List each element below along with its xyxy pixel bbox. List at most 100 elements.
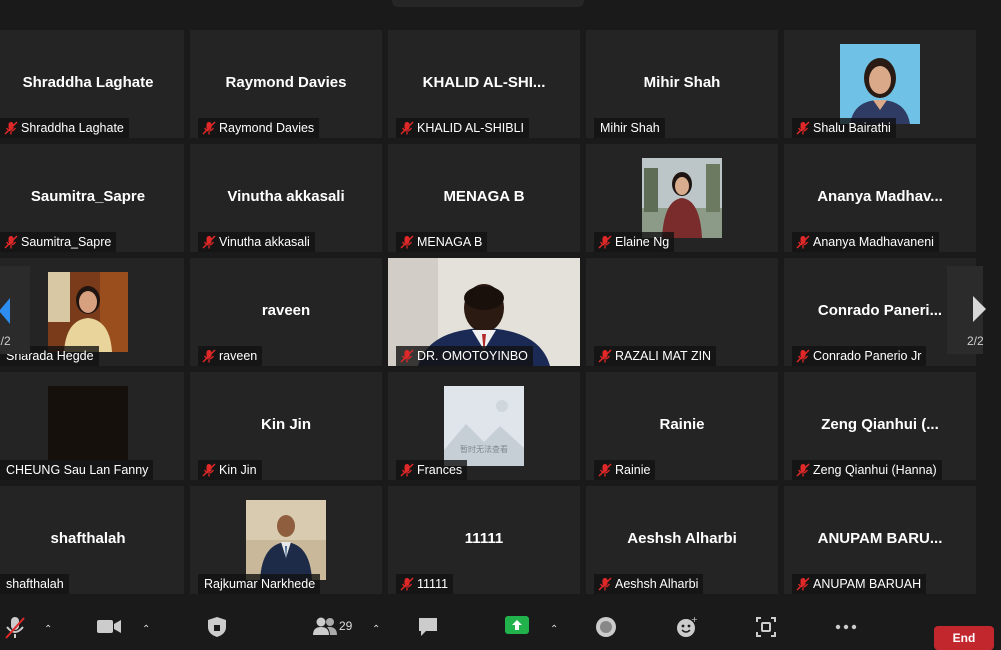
participant-tile[interactable]: ANUPAM BARU... ANUPAM BARUAH bbox=[784, 486, 976, 594]
audio-options-caret[interactable]: ⌃ bbox=[44, 624, 52, 635]
page-indicator-right: 2/2 bbox=[967, 334, 984, 348]
participant-name-label: KHALID AL-SHIBLI bbox=[396, 118, 529, 138]
participant-name-label: MENAGA B bbox=[396, 232, 488, 252]
next-page-button[interactable]: 2/2 bbox=[947, 266, 986, 354]
participant-avatar bbox=[48, 386, 128, 466]
participant-tile[interactable]: shafthalah shafthalah bbox=[0, 486, 184, 594]
participant-tile[interactable]: Aeshsh Alharbi Aeshsh Alharbi bbox=[586, 486, 778, 594]
apps-button[interactable] bbox=[755, 616, 777, 638]
participant-tile[interactable]: raveen raveen bbox=[190, 258, 382, 366]
participant-tile[interactable]: Vinutha akkasali Vinutha akkasali bbox=[190, 144, 382, 252]
participant-tile[interactable]: Rainie Rainie bbox=[586, 372, 778, 480]
participant-tile[interactable]: RAZALI MAT ZIN bbox=[586, 258, 778, 366]
microphone-muted-icon bbox=[598, 463, 612, 477]
participant-avatar bbox=[840, 44, 920, 124]
mute-button[interactable] bbox=[4, 616, 26, 640]
participant-display-name: ANUPAM BARU... bbox=[817, 530, 943, 547]
more-button[interactable] bbox=[834, 616, 858, 638]
participant-avatar bbox=[48, 272, 128, 352]
participant-tile[interactable]: KHALID AL-SHI... KHALID AL-SHIBLI bbox=[388, 30, 580, 138]
participant-tile[interactable]: Ananya Madhav... Ananya Madhavaneni bbox=[784, 144, 976, 252]
participant-display-name: Aeshsh Alharbi bbox=[627, 530, 737, 547]
participant-name-text: Vinutha akkasali bbox=[219, 235, 310, 249]
end-meeting-button[interactable]: End bbox=[934, 626, 994, 650]
participant-photo bbox=[48, 272, 128, 352]
participant-tile[interactable]: Saumitra_Sapre Saumitra_Sapre bbox=[0, 144, 184, 252]
placeholder-text: 暂时无法查看 bbox=[460, 445, 508, 454]
participant-tile[interactable]: DR. OMOTOYINBO bbox=[388, 258, 580, 366]
share-options-caret[interactable]: ⌃ bbox=[550, 624, 558, 635]
participant-photo bbox=[48, 386, 128, 460]
participant-tile[interactable]: Rajkumar Narkhede bbox=[190, 486, 382, 594]
record-button[interactable] bbox=[595, 616, 617, 638]
video-button[interactable] bbox=[96, 616, 122, 636]
chevron-right-icon bbox=[973, 296, 986, 322]
participant-name-text: Saumitra_Sapre bbox=[21, 235, 112, 249]
shield-icon bbox=[208, 617, 226, 637]
participant-name-label: Shalu Bairathi bbox=[792, 118, 896, 138]
participant-name-label: Zeng Qianhui (Hanna) bbox=[792, 460, 942, 480]
participant-name-label: Rajkumar Narkhede bbox=[198, 574, 321, 594]
participant-name-label: Rainie bbox=[594, 460, 656, 480]
participant-name-text: 11111 bbox=[417, 577, 449, 591]
microphone-muted-icon bbox=[202, 349, 216, 363]
participant-tile[interactable]: Shraddha Laghate Shraddha Laghate bbox=[0, 30, 184, 138]
participant-name-text: Aeshsh Alharbi bbox=[615, 577, 699, 591]
participant-name-label: 11111 bbox=[396, 574, 454, 594]
svg-text:+: + bbox=[691, 616, 697, 624]
participant-name-label: Ananya Madhavaneni bbox=[792, 232, 939, 252]
participant-tile[interactable]: Kin Jin Kin Jin bbox=[190, 372, 382, 480]
participant-name-text: raveen bbox=[219, 349, 258, 363]
participants-options-caret[interactable]: ⌃ bbox=[372, 624, 380, 635]
reactions-button[interactable]: + bbox=[675, 616, 697, 638]
participant-avatar bbox=[246, 500, 326, 580]
participant-display-name: Rainie bbox=[659, 416, 705, 433]
microphone-muted-icon bbox=[400, 577, 414, 591]
share-screen-button[interactable] bbox=[505, 616, 529, 634]
participant-name-text: MENAGA B bbox=[417, 235, 483, 249]
participant-display-name: Ananya Madhav... bbox=[817, 188, 943, 205]
participant-tile[interactable]: MENAGA B MENAGA B bbox=[388, 144, 580, 252]
participant-name-label: CHEUNG Sau Lan Fanny bbox=[0, 460, 154, 480]
participant-display-name: shafthalah bbox=[50, 530, 126, 547]
microphone-muted-icon bbox=[796, 349, 810, 363]
microphone-muted-icon bbox=[400, 463, 414, 477]
participant-tile[interactable]: CHEUNG Sau Lan Fanny bbox=[0, 372, 184, 480]
participant-name-text: Kin Jin bbox=[219, 463, 257, 477]
participant-name-text: ANUPAM BARUAH bbox=[813, 577, 922, 591]
security-button[interactable] bbox=[206, 616, 228, 638]
participant-name-text: Shraddha Laghate bbox=[21, 121, 124, 135]
chevron-left-icon bbox=[0, 298, 10, 324]
participants-icon bbox=[313, 617, 337, 635]
participant-tile[interactable]: Mihir Shah Mihir Shah bbox=[586, 30, 778, 138]
participant-tile[interactable]: Elaine Ng bbox=[586, 144, 778, 252]
microphone-muted-icon bbox=[796, 577, 810, 591]
chat-bubble-icon bbox=[419, 618, 437, 636]
participant-display-name: Zeng Qianhui (... bbox=[821, 416, 939, 433]
page-indicator-left: 2/2 bbox=[0, 334, 11, 348]
prev-page-button[interactable]: 2/2 bbox=[0, 266, 30, 354]
participant-tile[interactable]: Shalu Bairathi bbox=[784, 30, 976, 138]
participant-tile[interactable]: Raymond Davies Raymond Davies bbox=[190, 30, 382, 138]
participant-name-label: ANUPAM BARUAH bbox=[792, 574, 927, 594]
participant-name-text: Frances bbox=[417, 463, 463, 477]
video-options-caret[interactable]: ⌃ bbox=[142, 624, 150, 635]
participant-name-text: RAZALI MAT ZIN bbox=[615, 349, 712, 363]
participant-tile[interactable]: 暂时无法查看 Frances bbox=[388, 372, 580, 480]
participant-name-label: Frances bbox=[396, 460, 468, 480]
participant-name-label: raveen bbox=[198, 346, 263, 366]
microphone-muted-icon bbox=[598, 349, 612, 363]
participant-display-name: Kin Jin bbox=[260, 416, 311, 433]
participant-name-label: Saumitra_Sapre bbox=[0, 232, 117, 252]
microphone-muted-icon bbox=[202, 235, 216, 249]
participant-display-name: MENAGA B bbox=[443, 188, 525, 205]
participant-tile[interactable]: 11111 11111 bbox=[388, 486, 580, 594]
participants-count: 29 bbox=[339, 619, 353, 633]
participant-tile[interactable]: Zeng Qianhui (... Zeng Qianhui (Hanna) bbox=[784, 372, 976, 480]
participant-display-name: Shraddha Laghate bbox=[22, 74, 154, 91]
participant-name-text: Rainie bbox=[615, 463, 651, 477]
microphone-muted-icon bbox=[4, 121, 18, 135]
participants-button[interactable] bbox=[312, 616, 338, 636]
microphone-muted-icon bbox=[796, 121, 810, 135]
chat-button[interactable] bbox=[417, 616, 439, 638]
